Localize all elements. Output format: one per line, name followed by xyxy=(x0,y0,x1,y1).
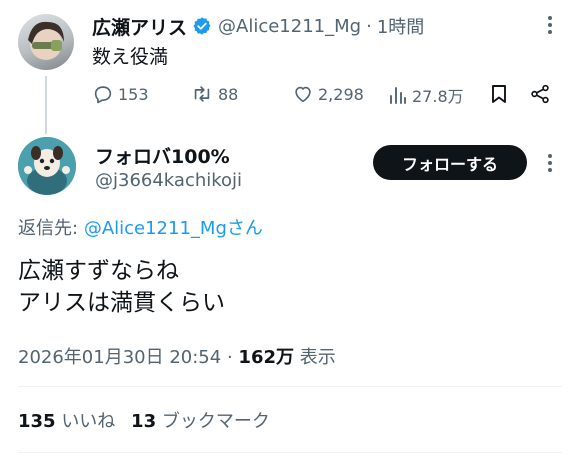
retweet-icon xyxy=(190,83,214,105)
views-count: 27.8万 xyxy=(412,87,464,106)
original-header: 広瀬アリス @Alice1211_Mg · 1時間 xyxy=(92,12,424,40)
views-icon xyxy=(388,84,408,106)
display-name[interactable]: 広瀬アリス xyxy=(92,13,187,40)
reply-text-line: 広瀬すずならね xyxy=(18,258,179,284)
reply-count: 153 xyxy=(118,84,149,104)
avatar-original[interactable] xyxy=(18,14,74,70)
thread-line xyxy=(45,76,47,134)
verified-badge-icon xyxy=(192,16,212,36)
views-label: 表示 xyxy=(299,347,336,368)
likes-label: いいね xyxy=(61,411,116,432)
views-action[interactable]: 27.8万 xyxy=(388,83,464,107)
bookmarks-count: 13 xyxy=(131,411,157,432)
tweet-text: 数え役満 xyxy=(92,46,169,68)
avatar-illustration xyxy=(18,137,76,195)
divider xyxy=(18,452,562,453)
likes-count: 135 xyxy=(18,411,56,432)
like-count: 2,298 xyxy=(318,84,364,104)
reply-to-link[interactable]: @Alice1211_Mgさん xyxy=(84,218,263,239)
reply-to-line: 返信先: @Alice1211_Mgさん xyxy=(18,214,263,240)
views-count: 162万 xyxy=(238,347,294,368)
bookmarks-label: ブックマーク xyxy=(161,411,270,432)
reply-icon xyxy=(92,83,114,105)
meta-line: 2026年01月30日 20:54 · 162万 表示 xyxy=(18,343,336,369)
separator: · xyxy=(366,15,372,37)
follow-button[interactable]: フォローする xyxy=(373,145,527,180)
engagement-line: 135 いいね 13 ブックマーク xyxy=(18,407,270,433)
avatar-reply[interactable] xyxy=(18,137,76,195)
post-date[interactable]: 2026年01月30日 20:54 xyxy=(18,347,221,368)
reply-more-icon[interactable] xyxy=(541,152,559,174)
reply-display-name[interactable]: フォロバ100% xyxy=(95,142,230,169)
bookmarks-link[interactable]: 13 ブックマーク xyxy=(131,411,270,432)
retweet-action[interactable]: 88 xyxy=(190,83,238,105)
handle[interactable]: @Alice1211_Mg xyxy=(218,16,361,37)
likes-link[interactable]: 135 いいね xyxy=(18,411,121,432)
reply-action[interactable]: 153 xyxy=(92,83,149,105)
meta-separator: · xyxy=(226,347,233,368)
follow-button-label: フォローする xyxy=(401,154,498,174)
reply-to-prefix: 返信先: xyxy=(18,218,79,239)
like-action[interactable]: 2,298 xyxy=(292,83,364,105)
reply-handle[interactable]: @j3664kachikoji xyxy=(95,170,242,191)
more-icon[interactable] xyxy=(541,14,559,36)
avatar-photo xyxy=(28,21,64,60)
timestamp[interactable]: 1時間 xyxy=(377,13,424,39)
bookmark-icon[interactable] xyxy=(489,83,509,105)
like-icon xyxy=(292,83,314,105)
share-icon[interactable] xyxy=(529,83,551,105)
retweet-count: 88 xyxy=(218,84,239,104)
reply-text: 広瀬すずならね アリスは満貫くらい xyxy=(18,255,225,319)
divider xyxy=(18,386,562,387)
reply-text-line: アリスは満貫くらい xyxy=(18,290,225,316)
